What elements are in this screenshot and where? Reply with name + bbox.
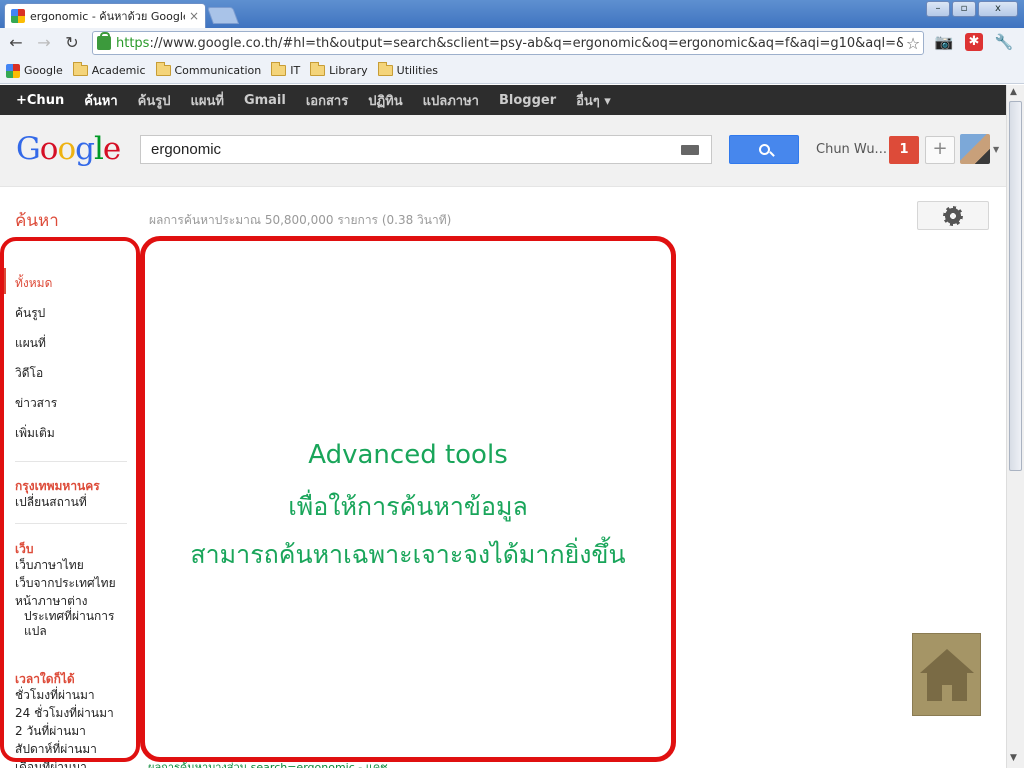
keyboard-icon[interactable] — [681, 144, 699, 155]
bookmark-star-icon[interactable]: ☆ — [903, 34, 923, 53]
result-stats: ผลการค้นหาประมาณ 50,800,000 รายการ (0.38… — [149, 213, 452, 227]
scroll-up-arrow-icon[interactable]: ▲ — [1010, 87, 1017, 97]
chevron-down-icon[interactable]: ▼ — [993, 145, 999, 154]
logo-letter: l — [93, 131, 104, 167]
gbar-item-profile[interactable]: +Chun — [16, 93, 64, 108]
logo-letter: e — [102, 131, 121, 167]
bookmark-folder-it[interactable]: IT — [271, 62, 301, 77]
bookmark-folder-utilities[interactable]: Utilities — [377, 62, 439, 77]
notification-badge[interactable]: 1 — [889, 136, 919, 164]
gbar-item-gmail[interactable]: Gmail — [244, 93, 286, 108]
logo-letter: o — [39, 131, 59, 167]
bookmark-label: Utilities — [396, 64, 439, 77]
folder-icon — [271, 62, 287, 76]
home-button[interactable] — [912, 633, 981, 716]
folder-icon — [72, 62, 88, 76]
home-icon-door — [942, 685, 952, 701]
logo-letter: G — [16, 131, 41, 167]
gbar-item-calendar[interactable]: ปฏิทิน — [368, 90, 402, 111]
window-controls: – ▫ x — [926, 1, 1018, 17]
bookmark-label: Communication — [174, 64, 262, 77]
camera-extension-icon[interactable]: 📷 — [932, 31, 956, 53]
annotation-title: Advanced tools — [308, 440, 508, 470]
annotation-line-2: เพื่อให้การค้นหาข้อมูล — [288, 492, 528, 521]
url-scheme: https — [116, 35, 150, 51]
search-input[interactable] — [151, 141, 681, 158]
close-window-button[interactable]: x — [978, 1, 1018, 17]
annotation-frame-left — [0, 237, 140, 762]
ssl-lock-icon — [97, 32, 111, 50]
gbar-item-blogger[interactable]: Blogger — [499, 93, 556, 108]
gbar-item-search[interactable]: ค้นหา — [84, 90, 117, 111]
logo-letter: o — [57, 131, 76, 167]
google-logo[interactable]: Google — [16, 131, 121, 167]
address-bar[interactable]: https://www.google.co.th/#hl=th&output=s… — [92, 31, 924, 55]
search-box — [140, 135, 712, 164]
red-extension-icon[interactable]: ✱ — [965, 33, 983, 51]
bookmarks-bar: Google Academic Communication IT Library… — [0, 58, 1024, 84]
gbar-item-images[interactable]: ค้นรูป — [138, 90, 171, 111]
google-nav-bar: +Chun ค้นหา ค้นรูป แผนที่ Gmail เอกสาร ป… — [0, 85, 1006, 115]
url-rest: ://www.google.co.th/#hl=th&output=search… — [149, 35, 903, 51]
gbar-item-docs[interactable]: เอกสาร — [306, 90, 348, 111]
browser-toolbar: ← → ↻ https://www.google.co.th/#hl=th&ou… — [0, 28, 1024, 58]
new-tab-button[interactable] — [206, 7, 240, 24]
tab-strip: ergonomic - ค้นหาด้วย Google × – ▫ x — [0, 0, 1024, 28]
tab-title: ergonomic - ค้นหาด้วย Google — [30, 10, 185, 23]
extension-icons: 📷 ✱ 🔧 — [932, 31, 1016, 53]
bookmark-google[interactable]: Google — [6, 63, 63, 78]
bookmark-label: Academic — [91, 64, 146, 77]
url-text[interactable]: https://www.google.co.th/#hl=th&output=s… — [116, 36, 903, 51]
bookmark-label: IT — [290, 64, 301, 77]
bookmark-label: Google — [24, 64, 63, 77]
folder-icon — [310, 62, 326, 76]
settings-button[interactable] — [917, 201, 989, 230]
bookmark-folder-communication[interactable]: Communication — [155, 62, 262, 77]
minimize-button[interactable]: – — [926, 1, 950, 17]
wrench-menu-icon[interactable]: 🔧 — [992, 31, 1016, 53]
back-arrow-icon[interactable]: ← — [4, 31, 28, 55]
magnifier-icon — [758, 144, 770, 155]
bookmark-folder-academic[interactable]: Academic — [72, 62, 146, 77]
forward-arrow-icon[interactable]: → — [32, 31, 56, 55]
home-icon — [920, 649, 974, 673]
google-favicon-icon — [11, 9, 25, 23]
vertical-scrollbar[interactable]: ▲ ▼ — [1006, 85, 1024, 768]
gbar-item-more[interactable]: อื่นๆ ▾ — [576, 90, 611, 111]
scrollbar-thumb[interactable] — [1009, 101, 1022, 471]
page-title: ค้นหา — [15, 211, 59, 231]
scroll-down-arrow-icon[interactable]: ▼ — [1010, 753, 1017, 763]
tab-close-icon[interactable]: × — [189, 9, 199, 23]
share-plus-button[interactable]: + — [925, 136, 955, 164]
browser-tab[interactable]: ergonomic - ค้นหาด้วย Google × — [4, 3, 206, 28]
annotation-line-3: สามารถค้นหาเฉพาะเจาะจงได้มากยิ่งขึ้น — [190, 540, 626, 569]
google-header: Google Chun Wu... 1 + ▼ — [0, 115, 1006, 187]
bookmark-label: Library — [329, 64, 368, 77]
bookmark-folder-library[interactable]: Library — [310, 62, 368, 77]
user-name[interactable]: Chun Wu... — [816, 142, 887, 157]
folder-icon — [155, 62, 171, 76]
logo-letter: g — [75, 131, 95, 167]
avatar[interactable] — [960, 134, 990, 164]
reload-icon[interactable]: ↻ — [60, 31, 84, 55]
restore-button[interactable]: ▫ — [952, 1, 976, 17]
search-button[interactable] — [729, 135, 799, 164]
gbar-item-maps[interactable]: แผนที่ — [190, 90, 223, 111]
gear-icon — [945, 207, 961, 224]
folder-icon — [377, 62, 393, 76]
gbar-item-translate[interactable]: แปลภาษา — [423, 90, 479, 111]
google-favicon-icon — [6, 63, 20, 78]
